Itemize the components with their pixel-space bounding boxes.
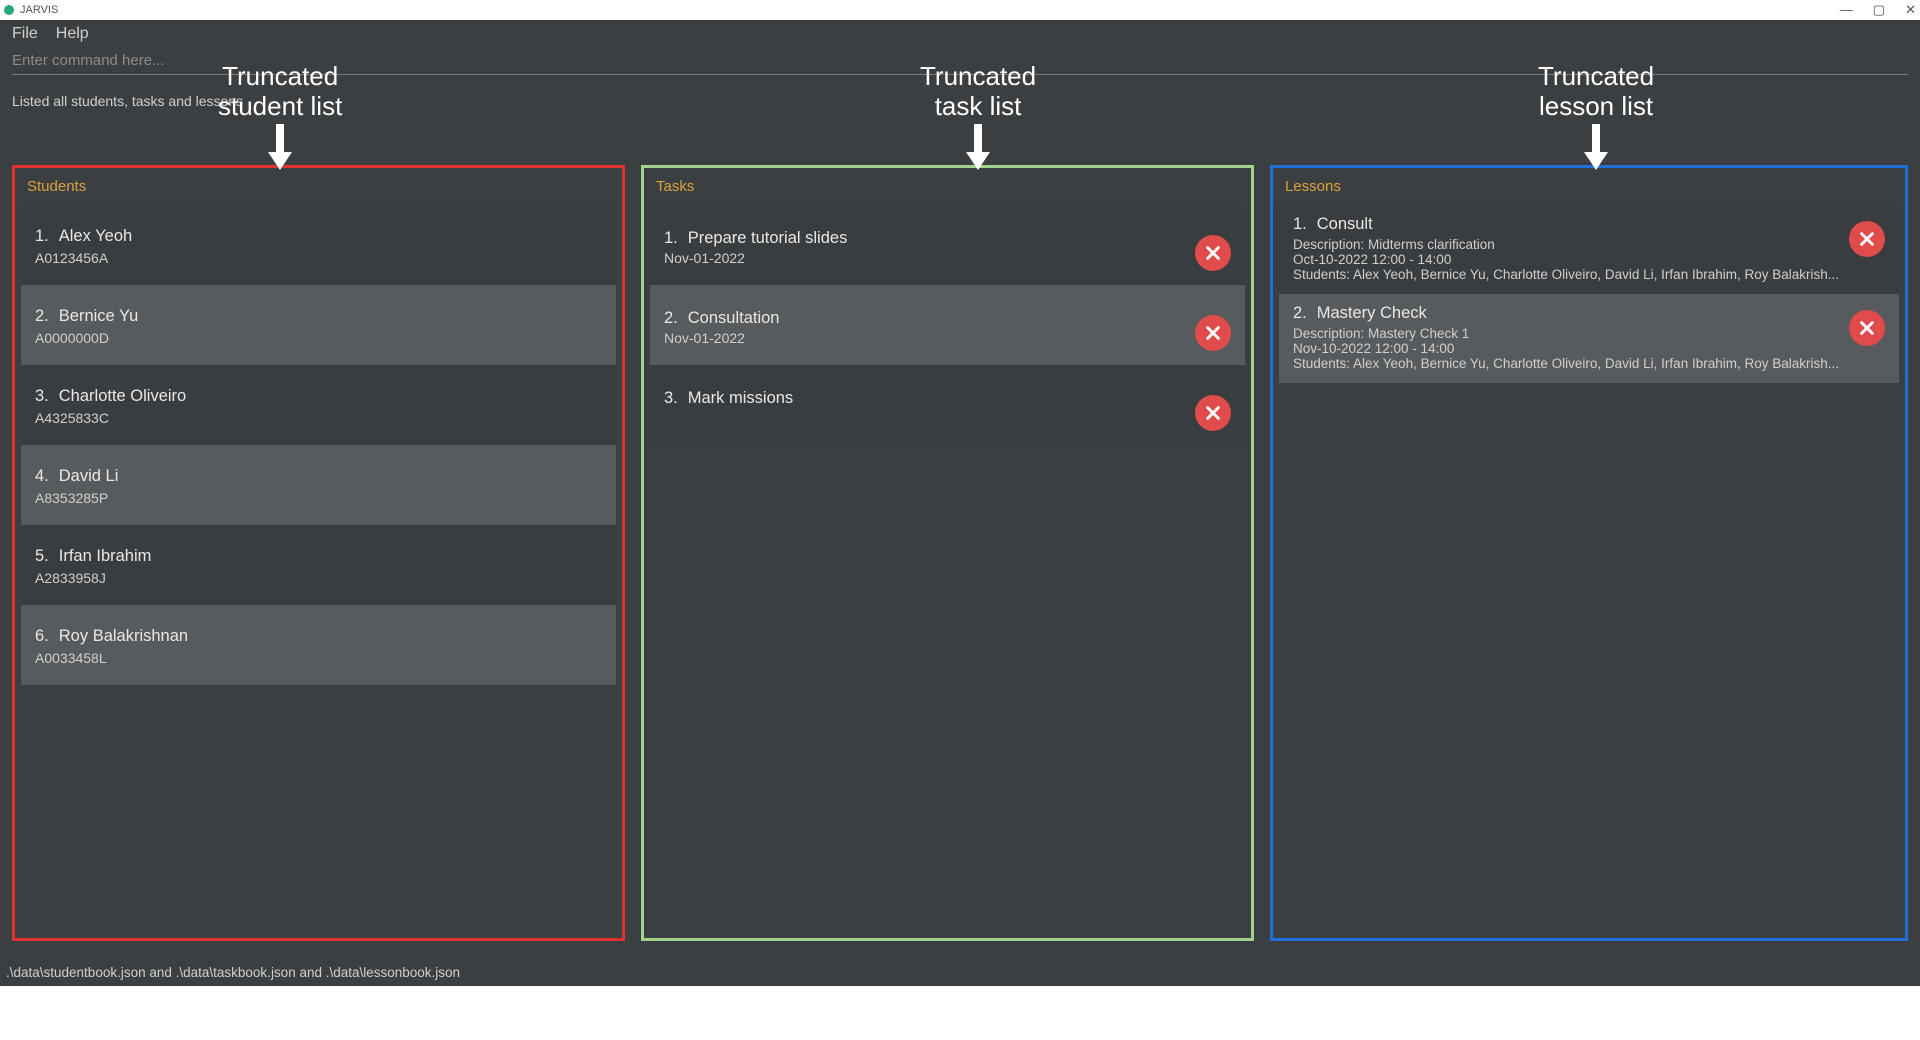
spacer — [0, 119, 1920, 165]
maximize-button[interactable]: ▢ — [1873, 2, 1885, 18]
app-icon — [4, 5, 14, 15]
close-button[interactable]: ✕ — [1905, 2, 1916, 18]
close-icon[interactable] — [1195, 315, 1231, 351]
list-item[interactable]: 4.David Li A8353285P — [21, 445, 616, 525]
tasks-panel: Tasks 1.Prepare tutorial slides Nov-01-2… — [641, 165, 1254, 941]
list-item[interactable]: 2.Mastery Check Description: Mastery Che… — [1279, 294, 1899, 383]
students-list: 1.Alex Yeoh A0123456A 2.Bernice Yu A0000… — [21, 205, 616, 685]
footer-path: .\data\studentbook.json and .\data\taskb… — [0, 941, 1920, 986]
lessons-list: 1.Consult Description: Midterms clarific… — [1279, 205, 1899, 383]
students-header: Students — [21, 172, 616, 205]
list-item[interactable]: 1.Consult Description: Midterms clarific… — [1279, 205, 1899, 294]
list-item[interactable]: 2.Bernice Yu A0000000D — [21, 285, 616, 365]
list-item[interactable]: 5.Irfan Ibrahim A2833958J — [21, 525, 616, 605]
command-area — [0, 48, 1920, 77]
list-item[interactable]: 6.Roy Balakrishnan A0033458L — [21, 605, 616, 685]
list-item[interactable]: 3.Charlotte Oliveiro A4325833C — [21, 365, 616, 445]
close-icon[interactable] — [1195, 395, 1231, 431]
lessons-panel: Lessons 1.Consult Description: Midterms … — [1270, 165, 1908, 941]
result-status: Listed all students, tasks and lessons — [0, 77, 1920, 119]
close-icon[interactable] — [1195, 235, 1231, 271]
tasks-header: Tasks — [650, 172, 1245, 205]
command-input[interactable] — [12, 52, 612, 69]
close-icon[interactable] — [1849, 310, 1885, 346]
titlebar: JARVIS — ▢ ✕ — [0, 0, 1920, 20]
panels-row: Students 1.Alex Yeoh A0123456A 2.Bernice… — [0, 165, 1920, 941]
list-item[interactable]: 3.Mark missions — [650, 365, 1245, 445]
lessons-header: Lessons — [1279, 172, 1899, 205]
menubar: File Help — [0, 20, 1920, 48]
tasks-list: 1.Prepare tutorial slides Nov-01-2022 2.… — [650, 205, 1245, 445]
students-panel: Students 1.Alex Yeoh A0123456A 2.Bernice… — [12, 165, 625, 941]
list-item[interactable]: 1.Alex Yeoh A0123456A — [21, 205, 616, 285]
menu-file[interactable]: File — [12, 25, 38, 43]
list-item[interactable]: 2.Consultation Nov-01-2022 — [650, 285, 1245, 365]
list-item[interactable]: 1.Prepare tutorial slides Nov-01-2022 — [650, 205, 1245, 285]
minimize-button[interactable]: — — [1840, 2, 1853, 18]
app-title: JARVIS — [20, 4, 58, 16]
close-icon[interactable] — [1849, 221, 1885, 257]
menu-help[interactable]: Help — [56, 25, 89, 43]
